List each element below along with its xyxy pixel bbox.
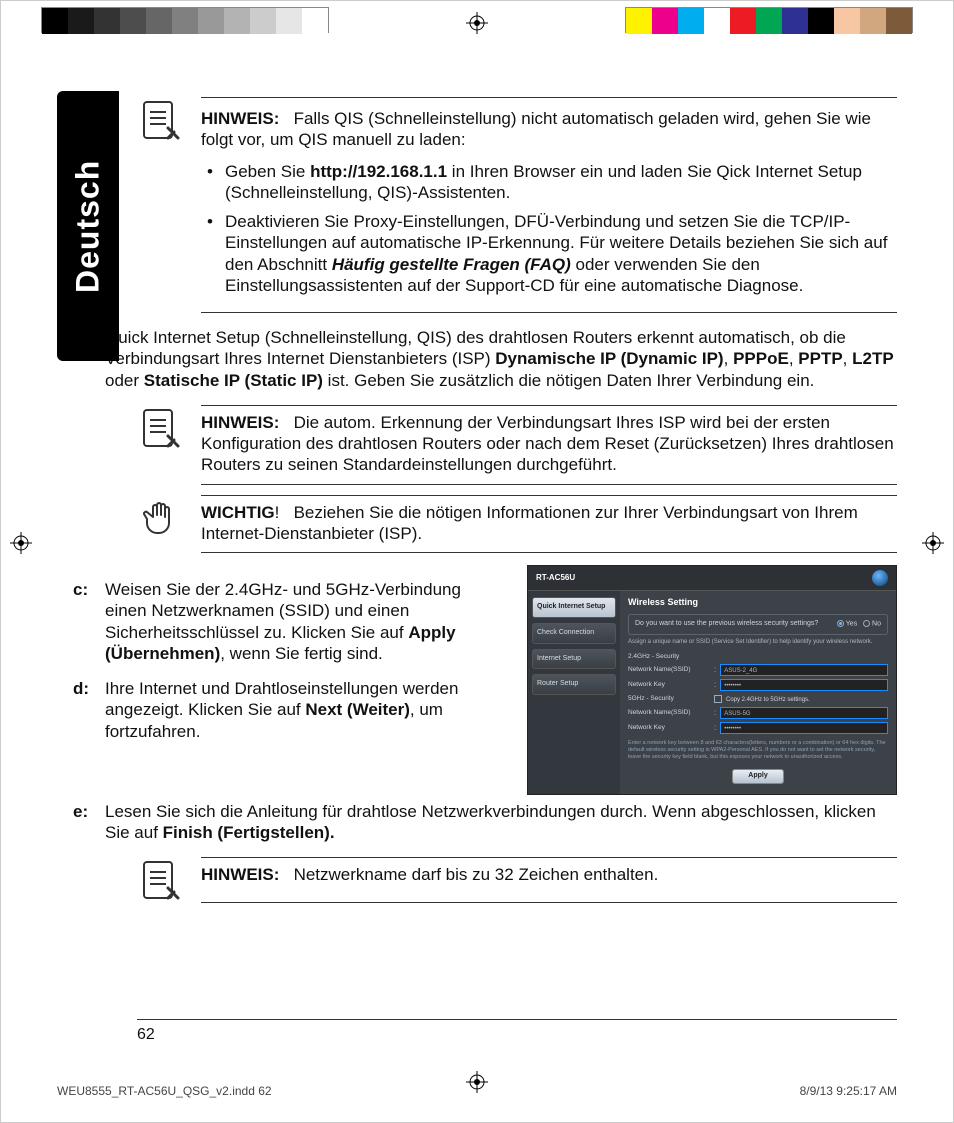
- important-text: WICHTIG! Beziehen Sie die nötigen Inform…: [201, 495, 897, 554]
- note-text: HINWEIS: Netzwerkname darf bis zu 32 Zei…: [201, 857, 897, 903]
- section-24ghz: 2.4GHz - Security: [628, 653, 714, 661]
- page: Deutsch HINWEIS: Falls QIS (Schnelleinst…: [0, 0, 954, 1123]
- bullet-item: Geben Sie http://192.168.1.1 in Ihren Br…: [205, 161, 897, 204]
- registration-mark-icon: [465, 11, 489, 35]
- globe-icon: [872, 570, 888, 586]
- note-lead: Falls QIS (Schnelleinstellung) nicht aut…: [201, 109, 871, 149]
- note-block: HINWEIS: Falls QIS (Schnelleinstellung) …: [137, 97, 897, 313]
- language-tab: Deutsch: [57, 91, 119, 361]
- ssid-label: Network Name(SSID): [628, 666, 714, 674]
- two-column: c: Weisen Sie der 2.4GHz- und 5GHz-Verbi…: [73, 565, 897, 795]
- sidebar-item-router-setup[interactable]: Router Setup: [532, 674, 616, 695]
- important-block: WICHTIG! Beziehen Sie die nötigen Inform…: [137, 495, 897, 554]
- key-label: Network Key: [628, 724, 714, 732]
- step-text: Lesen Sie sich die Anleitung für drahtlo…: [105, 801, 897, 844]
- apply-button[interactable]: Apply: [732, 769, 784, 784]
- note-icon: [137, 405, 183, 451]
- step-text: Quick Internet Setup (Schnelleinstellung…: [105, 327, 897, 391]
- sidebar-item-internet[interactable]: Internet Setup: [532, 649, 616, 670]
- print-footer: WEU8555_RT-AC56U_QSG_v2.indd 62 8/9/13 9…: [57, 1084, 897, 1098]
- previous-settings-question: Do you want to use the previous wireless…: [628, 614, 888, 635]
- sidebar-item-check[interactable]: Check Connection: [532, 623, 616, 644]
- color-swatch-bar-left: [41, 7, 329, 33]
- key-24-input[interactable]: ••••••••: [720, 679, 888, 691]
- copy-checkbox[interactable]: [714, 695, 722, 703]
- step-label: e:: [73, 801, 95, 844]
- content: Deutsch HINWEIS: Falls QIS (Schnelleinst…: [57, 91, 897, 909]
- important-label: WICHTIG: [201, 503, 275, 522]
- sidebar-item-qis[interactable]: Quick Internet Setup: [532, 597, 616, 618]
- registration-mark-icon: [921, 531, 945, 555]
- color-swatch-bar-right: [625, 7, 913, 33]
- note-text: HINWEIS: Die autom. Erkennung der Verbin…: [201, 405, 897, 485]
- note-icon: [137, 97, 183, 143]
- note-label: HINWEIS:: [201, 109, 279, 128]
- step-d: d: Ihre Internet und Drahtloseinstellung…: [73, 678, 507, 742]
- router-screenshot: RT-AC56U Quick Internet Setup Check Conn…: [527, 565, 897, 795]
- ssid-label: Network Name(SSID): [628, 709, 714, 717]
- note-label: HINWEIS:: [201, 865, 279, 884]
- step-b: b: Quick Internet Setup (Schnelleinstell…: [73, 327, 897, 391]
- section-5ghz: 5GHz - Security: [628, 695, 714, 703]
- footer-timestamp: 8/9/13 9:25:17 AM: [800, 1084, 897, 1098]
- router-brand: RT-AC56U: [536, 573, 575, 583]
- ssid-5-input[interactable]: ASUS-5G: [720, 707, 888, 719]
- registration-mark-icon: [9, 531, 33, 555]
- ssid-24-input[interactable]: ASUS-2_4G: [720, 664, 888, 676]
- ssid-hint: Assign a unique name or SSID (Service Se…: [628, 639, 888, 647]
- page-number: 62: [137, 1019, 897, 1044]
- note-label: HINWEIS:: [201, 413, 279, 432]
- step-text: Ihre Internet und Drahtloseinstellungen …: [105, 678, 507, 742]
- radio-yes[interactable]: [837, 620, 844, 627]
- panel-title: Wireless Setting: [628, 597, 888, 608]
- note-block: HINWEIS: Netzwerkname darf bis zu 32 Zei…: [137, 857, 897, 903]
- note-icon: [137, 857, 183, 903]
- hand-stop-icon: [137, 495, 183, 541]
- key-label: Network Key: [628, 681, 714, 689]
- footer-filename: WEU8555_RT-AC56U_QSG_v2.indd 62: [57, 1084, 272, 1098]
- router-sidebar: Quick Internet Setup Check Connection In…: [528, 591, 620, 794]
- note-block: HINWEIS: Die autom. Erkennung der Verbin…: [137, 405, 897, 485]
- step-c: c: Weisen Sie der 2.4GHz- und 5GHz-Verbi…: [73, 579, 507, 664]
- step-text: Weisen Sie der 2.4GHz- und 5GHz-Verbindu…: [105, 579, 507, 664]
- step-label: c:: [73, 579, 95, 664]
- key-5-input[interactable]: ••••••••: [720, 722, 888, 734]
- radio-no[interactable]: [863, 620, 870, 627]
- key-help-text: Enter a network key between 8 and 63 cha…: [628, 740, 888, 761]
- step-e: e: Lesen Sie sich die Anleitung für drah…: [73, 801, 897, 844]
- router-panel: Wireless Setting Do you want to use the …: [620, 591, 896, 794]
- bullet-item: Deaktivieren Sie Proxy-Einstellungen, DF…: [205, 211, 897, 296]
- step-label: d:: [73, 678, 95, 742]
- note-text: HINWEIS: Falls QIS (Schnelleinstellung) …: [201, 97, 897, 313]
